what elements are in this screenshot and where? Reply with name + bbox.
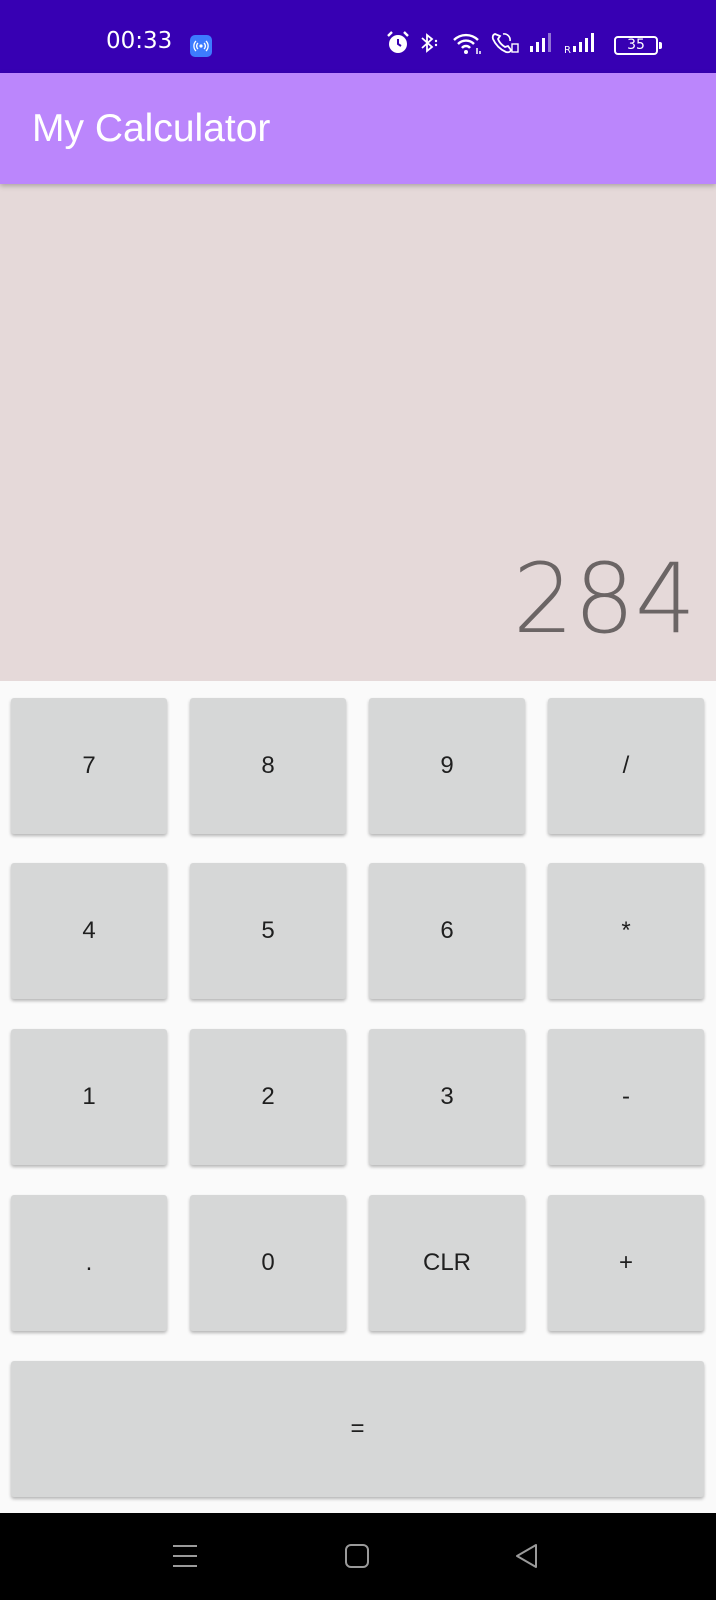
key-equals[interactable]: = [11,1361,704,1497]
key-divide[interactable]: / [548,698,704,834]
svg-text:R: R [564,45,571,56]
menu-icon[interactable] [172,1541,198,1571]
app-title: My Calculator [32,107,271,150]
key-9[interactable]: 9 [369,698,525,834]
key-subtract[interactable]: - [548,1029,704,1165]
wifi-icon [453,33,481,54]
key-0[interactable]: 0 [190,1195,346,1331]
calculator-display: 284 [0,184,716,681]
key-clear[interactable]: CLR [369,1195,525,1331]
app-bar: My Calculator [0,73,716,184]
key-7[interactable]: 7 [11,698,167,834]
signal-icon [530,33,551,52]
key-add[interactable]: + [548,1195,704,1331]
key-decimal[interactable]: . [11,1195,167,1331]
key-1[interactable]: 1 [11,1029,167,1165]
alarm-icon [387,31,409,53]
key-multiply[interactable]: * [548,863,704,999]
battery-icon: 35 [614,36,658,55]
status-time: 00:33 [106,28,173,54]
wifi-call-icon [491,33,519,54]
key-3[interactable]: 3 [369,1029,525,1165]
home-icon[interactable] [344,1541,370,1571]
key-8[interactable]: 8 [190,698,346,834]
key-5[interactable]: 5 [190,863,346,999]
keypad: 7 8 9 / 4 5 6 * 1 2 3 - . 0 CLR + = [0,681,716,1513]
key-2[interactable]: 2 [190,1029,346,1165]
key-6[interactable]: 6 [369,863,525,999]
back-icon[interactable] [514,1541,540,1571]
battery-tip [659,42,662,49]
bluetooth-icon [421,33,438,53]
hotspot-icon [190,35,212,57]
display-value: 284 [512,543,696,655]
nav-bar [0,1513,716,1600]
key-4[interactable]: 4 [11,863,167,999]
status-bar: 00:33 R 35 [0,0,716,73]
signal-roaming-icon: R [564,33,594,56]
